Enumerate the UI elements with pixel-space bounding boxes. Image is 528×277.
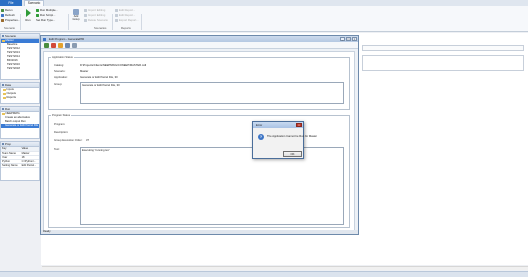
tree-item[interactable]: TEST2018	[1, 67, 39, 71]
group-label-scenario: Scenario	[4, 26, 16, 30]
horizontal-scrollbar[interactable]	[42, 266, 528, 270]
maximize-button[interactable]: □	[346, 37, 351, 41]
scenario-label: Scenario:	[54, 70, 66, 73]
text-label: Text:	[54, 148, 60, 151]
properties-icon	[1, 18, 4, 22]
dialog-message: The Application Cannot be Run for Master	[267, 135, 318, 138]
rerun-icon	[1, 8, 4, 12]
minimize-button[interactable]: _	[340, 37, 345, 41]
ok-button[interactable]: OK	[283, 151, 302, 157]
application-value: Generate or Edit Parcel File, 30	[80, 76, 118, 79]
properties-icon	[2, 143, 4, 145]
edit-icon[interactable]	[58, 43, 63, 48]
play-multiple-icon	[36, 8, 39, 12]
run-multiple-button[interactable]: Run Multiple...	[36, 8, 58, 12]
divider	[68, 14, 69, 30]
import-editing-button[interactable]: Import Editing	[84, 8, 105, 12]
delete-icon	[84, 18, 87, 22]
add-group-button[interactable]: Add Group	[71, 8, 81, 25]
report-icon	[115, 8, 118, 12]
pane-header: Run	[1, 107, 39, 112]
group-execution-label: Group Execution Order:	[54, 139, 83, 142]
play-icon	[26, 9, 31, 17]
program-label: Program:	[54, 123, 66, 126]
group-label-scenarios: Scenarios	[94, 26, 107, 30]
copy-icon[interactable]	[65, 43, 70, 48]
divider	[141, 14, 142, 30]
info-icon: ?	[258, 134, 264, 140]
scenarios-pane: Scenario Master Baseline TEST2012 TEST20…	[0, 33, 40, 80]
run-button[interactable]: Run	[23, 8, 33, 25]
close-icon[interactable]: ×	[296, 123, 302, 127]
data-icon	[2, 84, 4, 86]
divider	[20, 14, 21, 30]
tree-item-reports[interactable]: Reports	[1, 96, 39, 100]
import-editing-button-2[interactable]: Import Editing	[84, 13, 105, 17]
tree-item-generate-parcel[interactable]: Generate or Edit Parcel File	[1, 124, 39, 128]
dialog-titlebar[interactable]: Error ×	[253, 122, 303, 128]
import-icon	[84, 13, 87, 17]
catalog-value: D:\Projects\Clients\NEEPMWG\CONEEP\MASTE…	[80, 64, 147, 67]
table-row[interactable]: Setting Name Edit Parcel...	[1, 163, 39, 168]
background-field	[362, 45, 524, 51]
pane-header: Prop	[1, 142, 39, 147]
text-icon[interactable]	[72, 43, 77, 48]
scenario-value: Master	[80, 70, 89, 73]
pane-header: Data	[1, 83, 39, 88]
run-pane: Run NEEPMWG Create an alternative Batch …	[0, 106, 40, 139]
group-label: Group:	[54, 83, 63, 86]
import-icon	[84, 8, 87, 12]
folder-icon	[2, 113, 5, 115]
error-dialog: Error × ? The Application Cannot be Run …	[252, 121, 317, 159]
window-statusbar: Ready	[41, 230, 358, 234]
pane-header: Scenario	[1, 34, 39, 39]
catalog-label: Catalog:	[54, 64, 65, 67]
window-toolbar	[41, 42, 358, 49]
text-area[interactable]: Executing "running tex"	[80, 147, 344, 225]
app-statusbar	[0, 271, 528, 277]
properties-button[interactable]: Properties...	[1, 18, 20, 22]
close-button[interactable]: ×	[352, 37, 357, 41]
export-icon	[115, 18, 118, 22]
run-script-button[interactable]: Run Script...	[36, 13, 55, 17]
folder-icon	[3, 93, 6, 95]
script-icon	[36, 13, 39, 17]
group-execution-value: 37	[86, 139, 89, 142]
edit-body: Application Status Catalog: D:\Projects\…	[43, 51, 355, 231]
folder-icon	[2, 40, 5, 42]
scenario-icon	[2, 35, 4, 37]
run-icon	[2, 108, 4, 110]
divider	[112, 14, 113, 30]
group-textbox[interactable]: Generate or Edit Parcel File, 30	[80, 82, 344, 104]
application-label: Application:	[54, 76, 68, 79]
ribbon: Rerun Refresh Properties... Scenario Run…	[0, 6, 528, 32]
folder-icon	[3, 89, 6, 91]
refresh-button[interactable]: Refresh	[1, 13, 15, 17]
delete-icon[interactable]	[51, 43, 56, 48]
properties-table: Key Value Team Name Master Year 18 Python C:…	[1, 147, 39, 168]
set-run-type-button[interactable]: Set Run Type...	[36, 18, 55, 22]
folder-icon	[3, 97, 6, 99]
app-icon	[43, 37, 46, 41]
background-panel	[362, 55, 524, 71]
delete-scenario-button[interactable]: Delete Scenario	[84, 18, 108, 22]
data-pane: Data Inputs Outputs Reports	[0, 82, 40, 104]
refresh-icon	[1, 13, 4, 17]
edit-report-button[interactable]: Edit Report...	[115, 8, 135, 12]
group-label-reports: Reports	[121, 26, 131, 30]
export-report-button[interactable]: Export Report...	[115, 18, 139, 22]
description-label: Description:	[54, 131, 69, 134]
properties-pane: Prop Key Value Team Name Master Year 18 Pyt…	[0, 141, 40, 181]
edit-report-button-2[interactable]: Edit Report...	[115, 13, 135, 17]
rerun-button[interactable]: Rerun	[1, 8, 13, 12]
report-icon	[115, 13, 118, 17]
save-icon[interactable]	[44, 43, 49, 48]
